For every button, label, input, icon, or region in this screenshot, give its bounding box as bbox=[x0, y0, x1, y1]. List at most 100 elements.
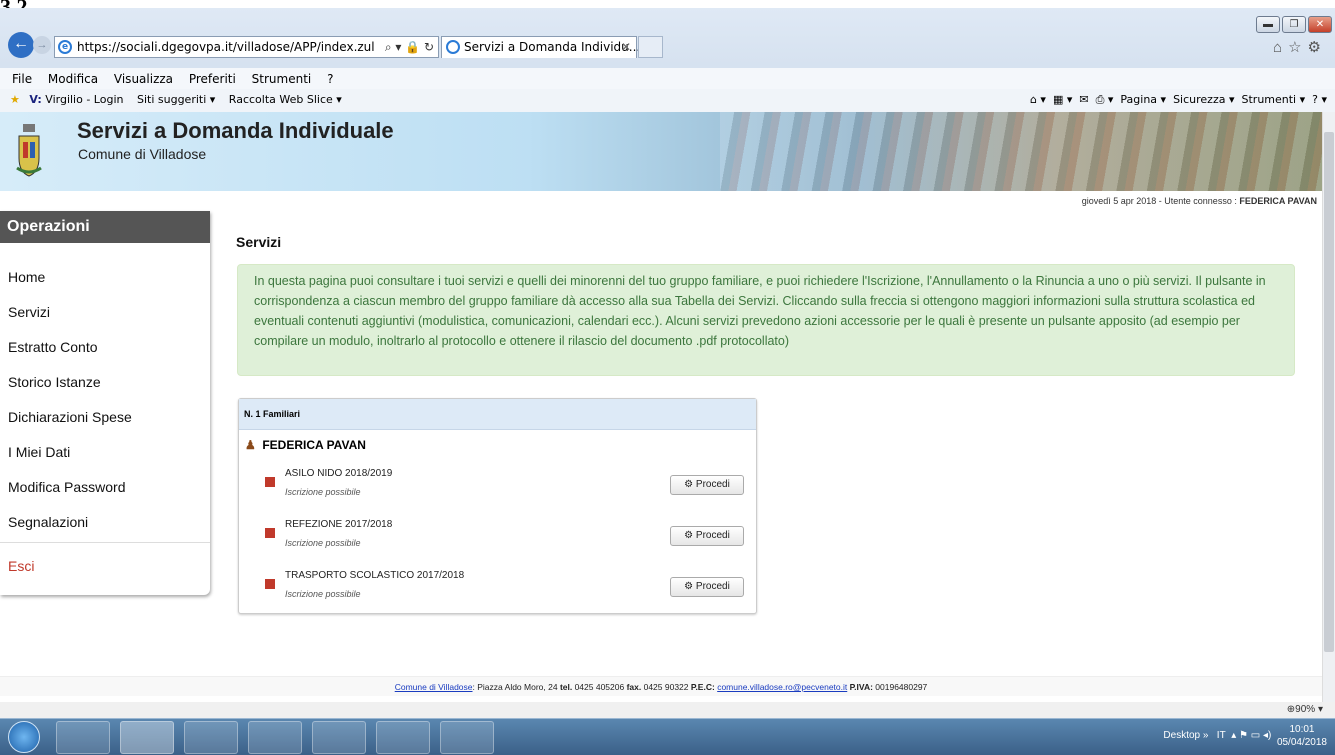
sidebar-item-dichiarazioni-spese[interactable]: Dichiarazioni Spese bbox=[8, 409, 132, 425]
footer-address: : Piazza Aldo Moro, 24 bbox=[472, 682, 560, 692]
tab-close-icon[interactable]: ✕ bbox=[621, 37, 631, 57]
date-user-label: giovedì 5 apr 2018 - Utente connesso : bbox=[1081, 196, 1240, 206]
help-icon[interactable]: ? ▾ bbox=[1312, 93, 1327, 106]
procedi-button[interactable]: ⚙ Procedi bbox=[670, 475, 744, 495]
zoom-level: 90% bbox=[1295, 704, 1316, 715]
gear-icon[interactable]: ⚙ bbox=[1308, 39, 1327, 56]
taskbar-internet-explorer-icon[interactable] bbox=[120, 721, 174, 754]
start-button[interactable] bbox=[8, 721, 40, 753]
fav-virgilio[interactable]: V: Virgilio - Login bbox=[29, 93, 123, 106]
sidebar-item-esci[interactable]: Esci bbox=[8, 558, 34, 574]
menu-help[interactable]: ? bbox=[327, 72, 333, 86]
gear-icon: ⚙ bbox=[684, 479, 694, 490]
footer-tel-label: tel. bbox=[559, 682, 573, 692]
sidebar-item-modifica-password[interactable]: Modifica Password bbox=[8, 479, 126, 495]
footer-comune-link[interactable]: Comune di Villadose bbox=[395, 682, 473, 692]
forward-icon[interactable]: → bbox=[33, 36, 51, 54]
favorites-star-icon[interactable]: ☆ bbox=[1288, 39, 1307, 56]
minimize-button[interactable]: ▬ bbox=[1256, 16, 1280, 33]
home-icon[interactable]: ⌂ bbox=[1273, 39, 1288, 56]
service-row: REFEZIONE 2017/2018 Iscrizione possibile… bbox=[265, 518, 745, 552]
menu-modifica[interactable]: Modifica bbox=[48, 72, 98, 86]
member-name: FEDERICA PAVAN bbox=[262, 438, 366, 452]
input-language[interactable]: IT bbox=[1217, 730, 1226, 741]
taskbar-media-player-icon[interactable] bbox=[56, 721, 110, 754]
procedi-button[interactable]: ⚙ Procedi bbox=[670, 526, 744, 546]
taskbar-users-icon[interactable] bbox=[376, 721, 430, 754]
desktop-toolbar[interactable]: Desktop bbox=[1163, 730, 1200, 741]
cmd-strumenti[interactable]: Strumenti ▾ bbox=[1242, 93, 1306, 106]
service-status: Iscrizione possibile bbox=[285, 538, 361, 548]
footer-fax-label: fax. bbox=[626, 682, 642, 692]
sidebar-item-i-miei-dati[interactable]: I Miei Dati bbox=[8, 444, 70, 460]
sidebar-item-servizi[interactable]: Servizi bbox=[8, 304, 50, 320]
new-tab-button[interactable] bbox=[638, 36, 663, 58]
panel-heading: N. 1 Familiari bbox=[239, 399, 756, 430]
menu-file[interactable]: File bbox=[12, 72, 32, 86]
site-subtitle: Comune di Villadose bbox=[78, 146, 207, 162]
feeds-icon[interactable]: ▦ ▾ bbox=[1053, 93, 1072, 106]
clock[interactable]: 10:01 05/04/2018 bbox=[1277, 723, 1327, 749]
taskbar: Desktop » IT ▴ ⚑ ▭ ◂) 10:01 05/04/2018 bbox=[0, 718, 1335, 755]
browser-tab[interactable]: Servizi a Domanda Individu... ✕ bbox=[441, 36, 640, 58]
service-status: Iscrizione possibile bbox=[285, 589, 361, 599]
url-text: https://sociali.dgegovpa.it/villadose/AP… bbox=[77, 40, 375, 54]
restore-button[interactable]: ❐ bbox=[1282, 16, 1306, 33]
favorites-star-icon-yellow[interactable]: ★ bbox=[10, 93, 20, 106]
taskbar-notepad-icon[interactable] bbox=[248, 721, 302, 754]
scrollbar-thumb[interactable] bbox=[1324, 132, 1334, 652]
toolbar-chevron-icon[interactable]: » bbox=[1203, 730, 1209, 741]
tray-icons[interactable]: ▴ ⚑ ▭ ◂) bbox=[1231, 730, 1271, 741]
sidebar-item-estratto-conto[interactable]: Estratto Conto bbox=[8, 339, 98, 355]
page-title: Servizi bbox=[236, 234, 282, 250]
user-icon: ♟ bbox=[245, 438, 256, 452]
gear-icon: ⚙ bbox=[684, 530, 694, 541]
taskbar-word-icon[interactable] bbox=[440, 721, 494, 754]
footer-piva: 00196480297 bbox=[872, 682, 928, 692]
system-tray: Desktop » IT ▴ ⚑ ▭ ◂) 10:01 05/04/2018 bbox=[1163, 723, 1327, 749]
site-title: Servizi a Domanda Individuale bbox=[77, 118, 394, 143]
clock-time: 10:01 bbox=[1289, 724, 1315, 735]
mail-icon[interactable]: ✉ bbox=[1079, 93, 1088, 106]
footer-pec-link[interactable]: comune.villadose.ro@pecveneto.it bbox=[717, 682, 847, 692]
footer-piva-label: P.IVA: bbox=[847, 682, 873, 692]
service-name: ASILO NIDO 2018/2019 bbox=[285, 468, 393, 479]
menu-preferiti[interactable]: Preferiti bbox=[189, 72, 236, 86]
sidebar-item-home[interactable]: Home bbox=[8, 269, 45, 285]
address-bar[interactable]: e https://sociali.dgegovpa.it/villadose/… bbox=[54, 36, 439, 58]
page-scrollbar[interactable] bbox=[1322, 112, 1335, 712]
taskbar-outlook-icon[interactable] bbox=[184, 721, 238, 754]
browser-right-icons: ⌂☆⚙ bbox=[1273, 38, 1327, 56]
footer-tel: 0425 405206 bbox=[572, 682, 627, 692]
footer-pec-label: P.E.C: bbox=[690, 682, 715, 692]
command-bar: ⌂ ▾ ▦ ▾ ✉ ⎙ ▾ Pagina ▾ Sicurezza ▾ Strum… bbox=[1030, 89, 1335, 112]
taskbar-explorer-icon[interactable] bbox=[312, 721, 366, 754]
family-panel: N. 1 Familiari ♟ FEDERICA PAVAN ASILO NI… bbox=[238, 398, 757, 614]
service-status: Iscrizione possibile bbox=[285, 487, 361, 497]
info-alert: In questa pagina puoi consultare i tuoi … bbox=[237, 264, 1295, 376]
service-marker-icon bbox=[265, 528, 275, 538]
sidebar-item-segnalazioni[interactable]: Segnalazioni bbox=[8, 514, 88, 530]
print-icon[interactable]: ⎙ ▾ bbox=[1096, 93, 1114, 106]
fav-siti-suggeriti[interactable]: Siti suggeriti ▾ bbox=[137, 93, 215, 106]
footer-fax: 0425 90322 bbox=[641, 682, 691, 692]
home-cmd-icon[interactable]: ⌂ ▾ bbox=[1030, 93, 1046, 106]
service-marker-icon bbox=[265, 477, 275, 487]
menu-visualizza[interactable]: Visualizza bbox=[114, 72, 173, 86]
cmd-pagina[interactable]: Pagina ▾ bbox=[1120, 93, 1166, 106]
sidebar-heading: Operazioni bbox=[0, 211, 210, 243]
address-controls-icon[interactable]: ⌕ ▾ 🔒 ↻ bbox=[385, 37, 434, 57]
zoom-status[interactable]: ⊕90% ▾ bbox=[0, 702, 1335, 718]
procedi-label: Procedi bbox=[695, 530, 730, 541]
sidebar: Operazioni Home Servizi Estratto Conto S… bbox=[0, 211, 210, 595]
procedi-button[interactable]: ⚙ Procedi bbox=[670, 577, 744, 597]
menu-strumenti[interactable]: Strumenti bbox=[252, 72, 312, 86]
site-footer: Comune di Villadose: Piazza Aldo Moro, 2… bbox=[0, 676, 1322, 696]
fav-web-slice[interactable]: Raccolta Web Slice ▾ bbox=[229, 93, 342, 106]
member-row[interactable]: ♟ FEDERICA PAVAN bbox=[245, 438, 366, 452]
sidebar-item-storico-istanze[interactable]: Storico Istanze bbox=[8, 374, 101, 390]
zoom-icon: ⊕ bbox=[1286, 704, 1296, 715]
cmd-sicurezza[interactable]: Sicurezza ▾ bbox=[1173, 93, 1234, 106]
back-icon[interactable]: ← bbox=[8, 32, 34, 58]
close-window-button[interactable]: ✕ bbox=[1308, 16, 1332, 33]
